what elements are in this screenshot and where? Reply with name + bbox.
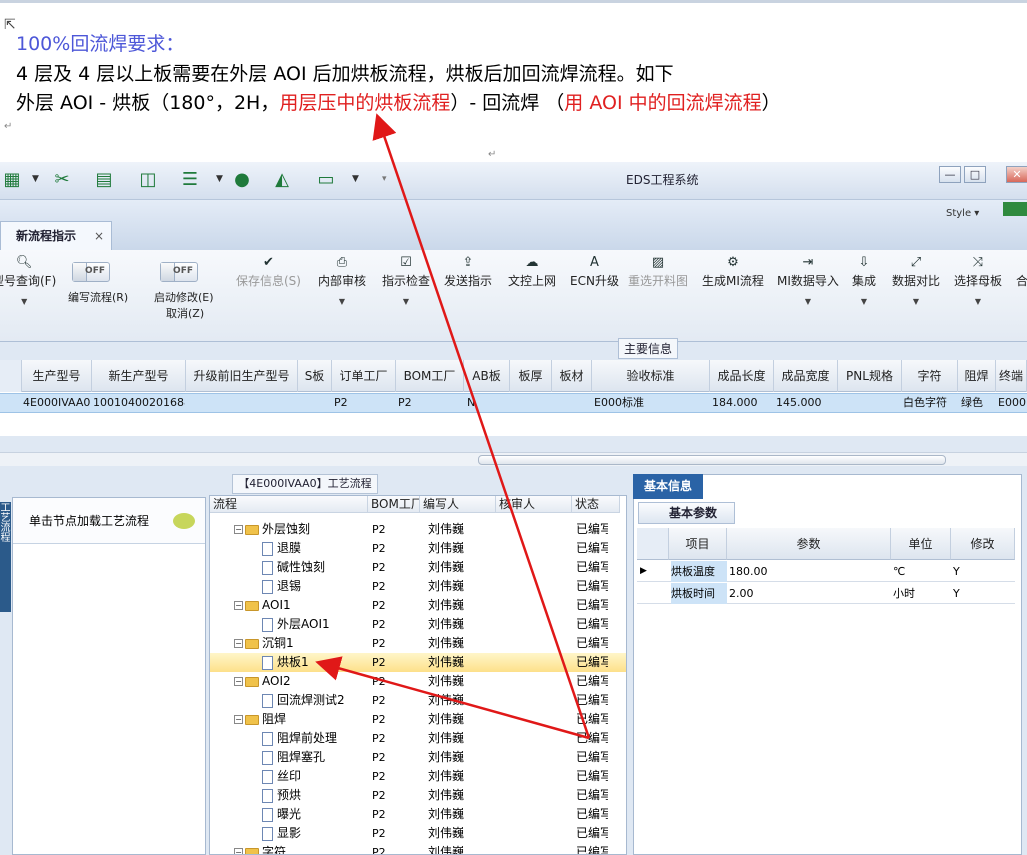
annotation-arrows xyxy=(315,113,591,740)
arrow-to-tree-node xyxy=(315,656,590,740)
arrow-to-doc xyxy=(372,113,591,739)
